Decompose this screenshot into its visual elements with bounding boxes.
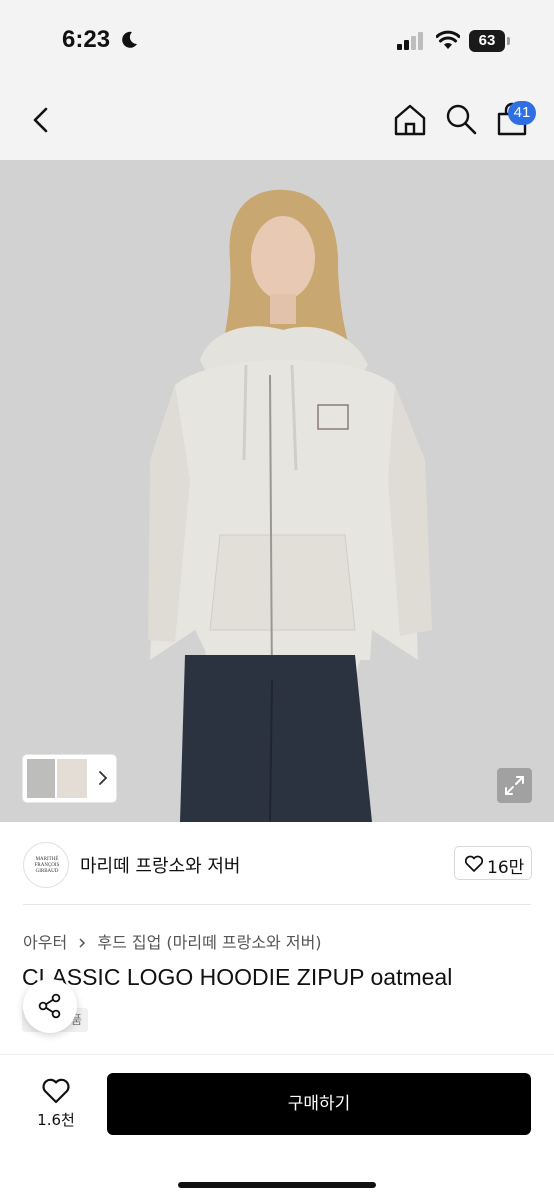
buy-button[interactable]: 구매하기 [107,1073,531,1135]
battery-level: 63 [469,30,505,52]
search-icon[interactable] [444,102,478,136]
seller-like-count: 16만 [487,858,525,878]
expand-icon [505,776,524,795]
signal-icon [397,32,423,50]
battery-icon: 63 [469,30,511,52]
chevron-right-icon [79,938,86,948]
top-nav [0,80,554,160]
cart-badge: 41 [508,101,536,125]
breadcrumb-item-hood-zipup[interactable]: 후드 집업 (마리떼 프랑소와 저버) [97,933,321,952]
thumbnail-1[interactable] [27,759,55,798]
wish-count: 1.6천 [37,1111,75,1129]
share-icon [38,993,61,1019]
back-icon[interactable] [24,100,58,140]
bottom-action-bar: 1.6천 구매하기 [0,1055,554,1200]
product-title: CLASSIC LOGO HOODIE ZIPUP oatmeal [22,964,453,990]
share-button[interactable] [23,979,77,1033]
expand-icon-button[interactable] [497,768,532,803]
seller-name[interactable]: 마리떼 프랑소와 저버 [80,852,240,878]
seller-logo[interactable]: MARITHÉ FRANÇOIS GIRBAUD [23,842,69,888]
breadcrumb-item-outer[interactable]: 아우터 [23,933,67,952]
divider [23,904,531,905]
battery-cap [507,37,510,45]
chevron-right-icon[interactable] [96,767,110,789]
moon-icon [122,31,137,48]
wifi-icon [436,30,460,49]
seller-logo-text: MARITHÉ FRANÇOIS GIRBAUD [34,857,60,874]
model-illustration [0,160,554,822]
status-time: 6:23 [62,26,111,53]
seller-like-button[interactable]: 16만 [454,846,532,880]
thumbnail-2[interactable] [57,759,87,798]
heart-icon [464,855,484,872]
product-image[interactable] [0,160,554,822]
breadcrumb: 아우터 후드 집업 (마리떼 프랑소와 저버) [23,929,322,953]
home-indicator [178,1182,376,1188]
heart-icon[interactable] [41,1077,71,1105]
home-icon[interactable] [392,102,428,138]
thumbnail-strip[interactable] [23,755,116,802]
seller-row[interactable]: MARITHÉ FRANÇOIS GIRBAUD 마리떼 프랑소와 저버 16만 [0,822,554,906]
status-bar: 6:23 63 [0,0,554,80]
